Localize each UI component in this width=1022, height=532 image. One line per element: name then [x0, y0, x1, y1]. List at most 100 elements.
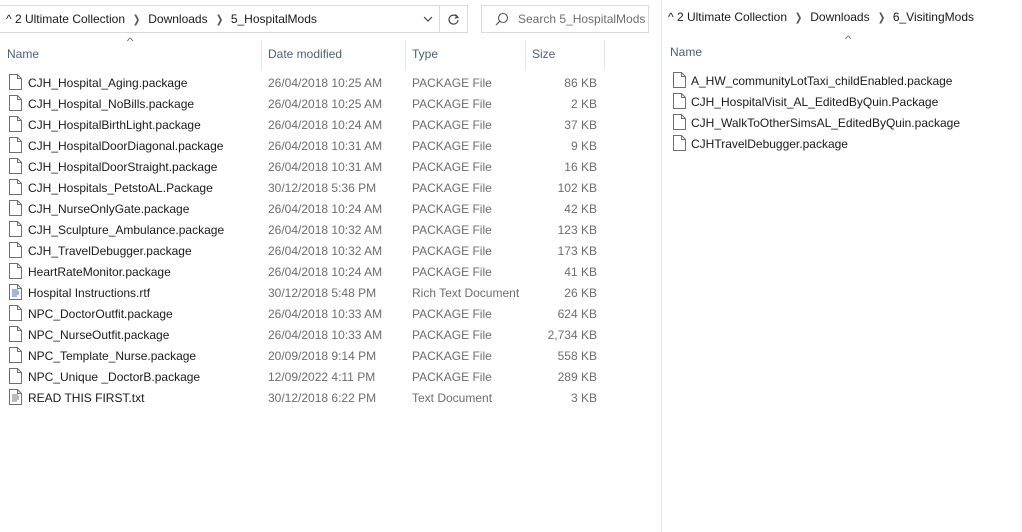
- file-name: HeartRateMonitor.package: [28, 264, 171, 279]
- file-name: CJH_NurseOnlyGate.package: [28, 201, 190, 216]
- file-size: 9 KB: [570, 138, 597, 153]
- chevron-down-icon[interactable]: [417, 6, 439, 32]
- breadcrumb-chevron-icon[interactable]: ❯: [794, 11, 803, 24]
- file-row[interactable]: CJH_Hospital_NoBills.package 26/04/2018 1…: [0, 93, 661, 114]
- file-row[interactable]: NPC_DoctorOutfit.package 26/04/2018 10:33…: [0, 303, 661, 324]
- file-icon: [9, 221, 22, 237]
- file-date: 12/09/2022 4:11 PM: [268, 369, 376, 384]
- file-size: 37 KB: [564, 117, 597, 132]
- file-size: 173 KB: [557, 243, 597, 258]
- breadcrumb-chevron-icon[interactable]: ❯: [877, 11, 886, 24]
- file-icon: [9, 158, 22, 174]
- file-type: PACKAGE File: [412, 264, 492, 279]
- breadcrumb-chevron-icon[interactable]: ❯: [132, 13, 141, 26]
- file-icon: [9, 326, 22, 342]
- search-box[interactable]: Search 5_HospitalMods: [481, 5, 649, 33]
- explorer-window-visitingmods: ^ 2 Ultimate Collection ❯ Downloads ❯ 6_…: [662, 0, 1022, 532]
- file-row[interactable]: CJHTravelDebugger.package: [662, 133, 1022, 154]
- file-size: 86 KB: [564, 75, 597, 90]
- file-name: Hospital Instructions.rtf: [28, 285, 151, 300]
- file-date: 26/04/2018 10:24 AM: [268, 201, 383, 216]
- breadcrumb-root[interactable]: ^ 2 Ultimate Collection: [662, 10, 793, 24]
- file-row[interactable]: CJH_HospitalDoorStraight.package 26/04/20…: [0, 156, 661, 177]
- file-size: 3 KB: [570, 390, 597, 405]
- file-type: PACKAGE File: [412, 117, 492, 132]
- column-divider[interactable]: [405, 40, 406, 70]
- column-header-name[interactable]: Name: [7, 45, 39, 63]
- file-icon: [9, 263, 22, 279]
- file-size: 41 KB: [564, 264, 597, 279]
- file-icon: [9, 305, 22, 321]
- file-date: 26/04/2018 10:33 AM: [268, 306, 383, 321]
- breadcrumb-downloads[interactable]: Downloads: [142, 12, 213, 26]
- file-row[interactable]: CJH_HospitalBirthLight.package 26/04/2018…: [0, 114, 661, 135]
- file-name: CJH_HospitalBirthLight.package: [28, 117, 201, 132]
- column-divider[interactable]: [525, 40, 526, 70]
- file-row[interactable]: A_HW_communityLotTaxi_childEnabled.packa…: [662, 70, 1022, 91]
- file-icon: [9, 368, 22, 384]
- file-name: NPC_NurseOutfit.package: [28, 327, 170, 342]
- file-icon: [9, 200, 22, 216]
- file-icon: [9, 74, 22, 90]
- file-row[interactable]: CJH_Sculpture_Ambulance.package 26/04/201…: [0, 219, 661, 240]
- file-row[interactable]: NPC_Unique _DoctorB.package 12/09/2022 4:…: [0, 366, 661, 387]
- file-row[interactable]: NPC_Template_Nurse.package 20/09/2018 9:1…: [0, 345, 661, 366]
- column-header-size[interactable]: Size: [532, 45, 555, 63]
- column-header-type[interactable]: Type: [412, 45, 438, 63]
- column-divider[interactable]: [604, 40, 605, 70]
- file-name: A_HW_communityLotTaxi_childEnabled.packa…: [691, 73, 953, 88]
- file-row[interactable]: CJH_Hospitals_PetstoAL.Package 30/12/2018…: [0, 177, 661, 198]
- file-type: PACKAGE File: [412, 306, 492, 321]
- column-divider[interactable]: [261, 40, 262, 70]
- file-size: 16 KB: [564, 159, 597, 174]
- file-date: 26/04/2018 10:25 AM: [268, 96, 383, 111]
- file-date: 26/04/2018 10:31 AM: [268, 138, 383, 153]
- breadcrumb-current-folder[interactable]: 6_VisitingMods: [887, 10, 980, 24]
- file-type: PACKAGE File: [412, 138, 492, 153]
- file-name: CJHTravelDebugger.package: [691, 136, 848, 151]
- column-header-name[interactable]: Name: [670, 43, 702, 61]
- sort-ascending-icon: ^: [844, 34, 852, 44]
- file-type: PACKAGE File: [412, 75, 492, 90]
- refresh-icon[interactable]: [440, 5, 468, 33]
- file-row[interactable]: CJH_HospitalDoorDiagonal.package 26/04/20…: [0, 135, 661, 156]
- file-size: 102 KB: [557, 180, 597, 195]
- file-row[interactable]: CJH_HospitalVisit_AL_EditedByQuin.Packag…: [662, 91, 1022, 112]
- file-row[interactable]: Hospital Instructions.rtf 30/12/2018 5:48…: [0, 282, 661, 303]
- file-size: 26 KB: [564, 285, 597, 300]
- breadcrumb-downloads[interactable]: Downloads: [804, 10, 875, 24]
- file-size: 289 KB: [557, 369, 597, 384]
- breadcrumb-chevron-icon[interactable]: ❯: [215, 13, 224, 26]
- address-bar[interactable]: ^ 2 Ultimate Collection ❯ Downloads ❯ 5_…: [0, 5, 440, 33]
- file-list: A_HW_communityLotTaxi_childEnabled.packa…: [662, 70, 1022, 154]
- file-row[interactable]: CJH_WalkToOtherSimsAL_EditedByQuin.packa…: [662, 112, 1022, 133]
- search-input[interactable]: Search 5_HospitalMods: [518, 12, 645, 26]
- column-header-date-modified[interactable]: Date modified: [268, 45, 342, 63]
- file-size: 558 KB: [557, 348, 597, 363]
- search-icon: [495, 12, 509, 26]
- file-type: Text Document: [412, 390, 493, 405]
- file-date: 30/12/2018 6:22 PM: [268, 390, 377, 405]
- file-row[interactable]: READ THIS FIRST.txt 30/12/2018 6:22 PM Tex…: [0, 387, 661, 408]
- file-date: 26/04/2018 10:24 AM: [268, 264, 383, 279]
- file-row[interactable]: CJH_NurseOnlyGate.package 26/04/2018 10:2…: [0, 198, 661, 219]
- file-row[interactable]: NPC_NurseOutfit.package 26/04/2018 10:33 …: [0, 324, 661, 345]
- rtf-file-icon: [9, 284, 22, 300]
- file-size: 2 KB: [570, 96, 597, 111]
- file-row[interactable]: CJH_TravelDebugger.package 26/04/2018 10:…: [0, 240, 661, 261]
- breadcrumb-root[interactable]: ^ 2 Ultimate Collection: [0, 12, 131, 26]
- file-icon: [673, 72, 686, 88]
- address-bar[interactable]: ^ 2 Ultimate Collection ❯ Downloads ❯ 6_…: [662, 5, 980, 29]
- file-name: CJH_Hospital_Aging.package: [28, 75, 188, 90]
- file-size: 624 KB: [557, 306, 597, 321]
- file-type: PACKAGE File: [412, 243, 492, 258]
- file-name: NPC_Template_Nurse.package: [28, 348, 197, 363]
- file-row[interactable]: CJH_Hospital_Aging.package 26/04/2018 10:…: [0, 72, 661, 93]
- breadcrumb-current-folder[interactable]: 5_HospitalMods: [225, 12, 323, 26]
- file-date: 30/12/2018 5:36 PM: [268, 180, 377, 195]
- file-type: PACKAGE File: [412, 327, 492, 342]
- file-type: PACKAGE File: [412, 180, 492, 195]
- file-row[interactable]: HeartRateMonitor.package 26/04/2018 10:24…: [0, 261, 661, 282]
- file-date: 26/04/2018 10:32 AM: [268, 222, 383, 237]
- file-icon: [9, 116, 22, 132]
